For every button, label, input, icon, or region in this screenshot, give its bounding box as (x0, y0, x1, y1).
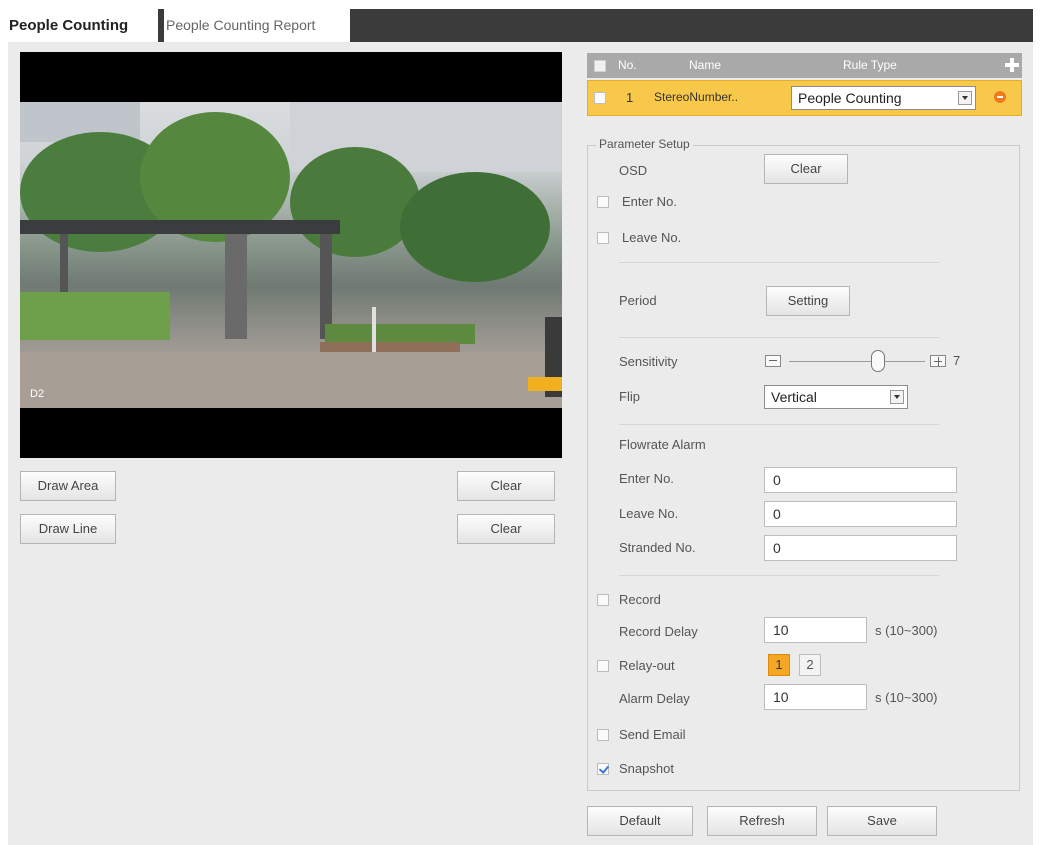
snapshot-checkbox[interactable] (597, 763, 609, 775)
record-delay-label: Record Delay (619, 624, 698, 639)
osd-label: OSD (619, 163, 648, 178)
relay-out-label: Relay-out (619, 658, 675, 673)
flip-value: Vertical (771, 389, 817, 405)
flip-label: Flip (619, 389, 640, 404)
col-name: Name (689, 58, 722, 72)
col-rule-type: Rule Type (843, 58, 897, 72)
video-preview[interactable]: D2 (20, 52, 562, 458)
flow-enter-no-label: Enter No. (619, 471, 674, 486)
separator (619, 337, 939, 338)
alarm-delay-input[interactable]: 10 (764, 684, 867, 710)
record-label: Record (619, 592, 661, 607)
rule-table-header: No. Name Rule Type (587, 53, 1022, 78)
separator (619, 424, 939, 425)
rule-row-name: StereoNumber.. (654, 90, 739, 104)
tab-people-counting[interactable]: People Counting (8, 9, 158, 42)
chevron-down-icon (890, 390, 904, 404)
chevron-down-icon (958, 91, 972, 105)
flip-select[interactable]: Vertical (764, 385, 908, 409)
sensitivity-slider-track[interactable] (789, 361, 925, 362)
flowrate-alarm-label: Flowrate Alarm (619, 437, 706, 452)
draw-area-button[interactable]: Draw Area (20, 471, 116, 501)
separator (619, 262, 939, 263)
period-setting-button[interactable]: Setting (766, 286, 850, 316)
leave-no-checkbox[interactable] (597, 232, 609, 244)
sensitivity-slider-handle[interactable] (871, 350, 885, 372)
send-email-label: Send Email (619, 727, 686, 742)
relay-out-checkbox[interactable] (597, 660, 609, 672)
send-email-checkbox[interactable] (597, 729, 609, 741)
enter-no-label: Enter No. (622, 194, 677, 209)
tab-bar: People Counting People Counting Report (8, 9, 1033, 42)
snapshot-label: Snapshot (619, 761, 674, 776)
alarm-delay-range: s (10~300) (875, 690, 938, 705)
sensitivity-increase-button[interactable] (930, 355, 946, 367)
save-button[interactable]: Save (827, 806, 937, 836)
flow-leave-no-label: Leave No. (619, 506, 679, 521)
stranded-no-label: Stranded No. (619, 540, 696, 555)
col-no: No. (618, 58, 637, 72)
sensitivity-label: Sensitivity (619, 354, 678, 369)
select-all-checkbox[interactable] (594, 60, 606, 72)
rule-type-value: People Counting (798, 90, 902, 106)
alarm-delay-label: Alarm Delay (619, 691, 690, 706)
stranded-no-input[interactable]: 0 (764, 535, 957, 561)
channel-label: D2 (30, 388, 45, 400)
default-button[interactable]: Default (587, 806, 693, 836)
rule-row[interactable]: 1 StereoNumber.. People Counting (587, 80, 1022, 116)
rule-row-checkbox[interactable] (594, 92, 606, 104)
rule-row-no: 1 (626, 90, 634, 105)
delete-rule-icon[interactable] (994, 91, 1006, 103)
separator (619, 575, 939, 576)
enter-no-checkbox[interactable] (597, 196, 609, 208)
relay-1-button[interactable]: 1 (768, 654, 790, 676)
camera-scene: D2 (20, 102, 562, 408)
leave-no-label: Leave No. (622, 230, 682, 245)
parameter-setup-legend: Parameter Setup (596, 137, 693, 151)
flow-leave-no-input[interactable]: 0 (764, 501, 957, 527)
period-label: Period (619, 293, 657, 308)
record-delay-range: s (10~300) (875, 623, 938, 638)
clear-area-button[interactable]: Clear (457, 471, 555, 501)
osd-clear-button[interactable]: Clear (764, 154, 848, 184)
draw-line-button[interactable]: Draw Line (20, 514, 116, 544)
record-checkbox[interactable] (597, 594, 609, 606)
tab-people-counting-report[interactable]: People Counting Report (164, 9, 350, 42)
sensitivity-decrease-button[interactable] (765, 355, 781, 367)
clear-line-button[interactable]: Clear (457, 514, 555, 544)
flow-enter-no-input[interactable]: 0 (764, 467, 957, 493)
relay-2-button[interactable]: 2 (799, 654, 821, 676)
add-rule-icon[interactable] (1005, 58, 1019, 72)
record-delay-input[interactable]: 10 (764, 617, 867, 643)
rule-type-select[interactable]: People Counting (791, 86, 976, 110)
refresh-button[interactable]: Refresh (707, 806, 817, 836)
sensitivity-value: 7 (953, 353, 961, 368)
